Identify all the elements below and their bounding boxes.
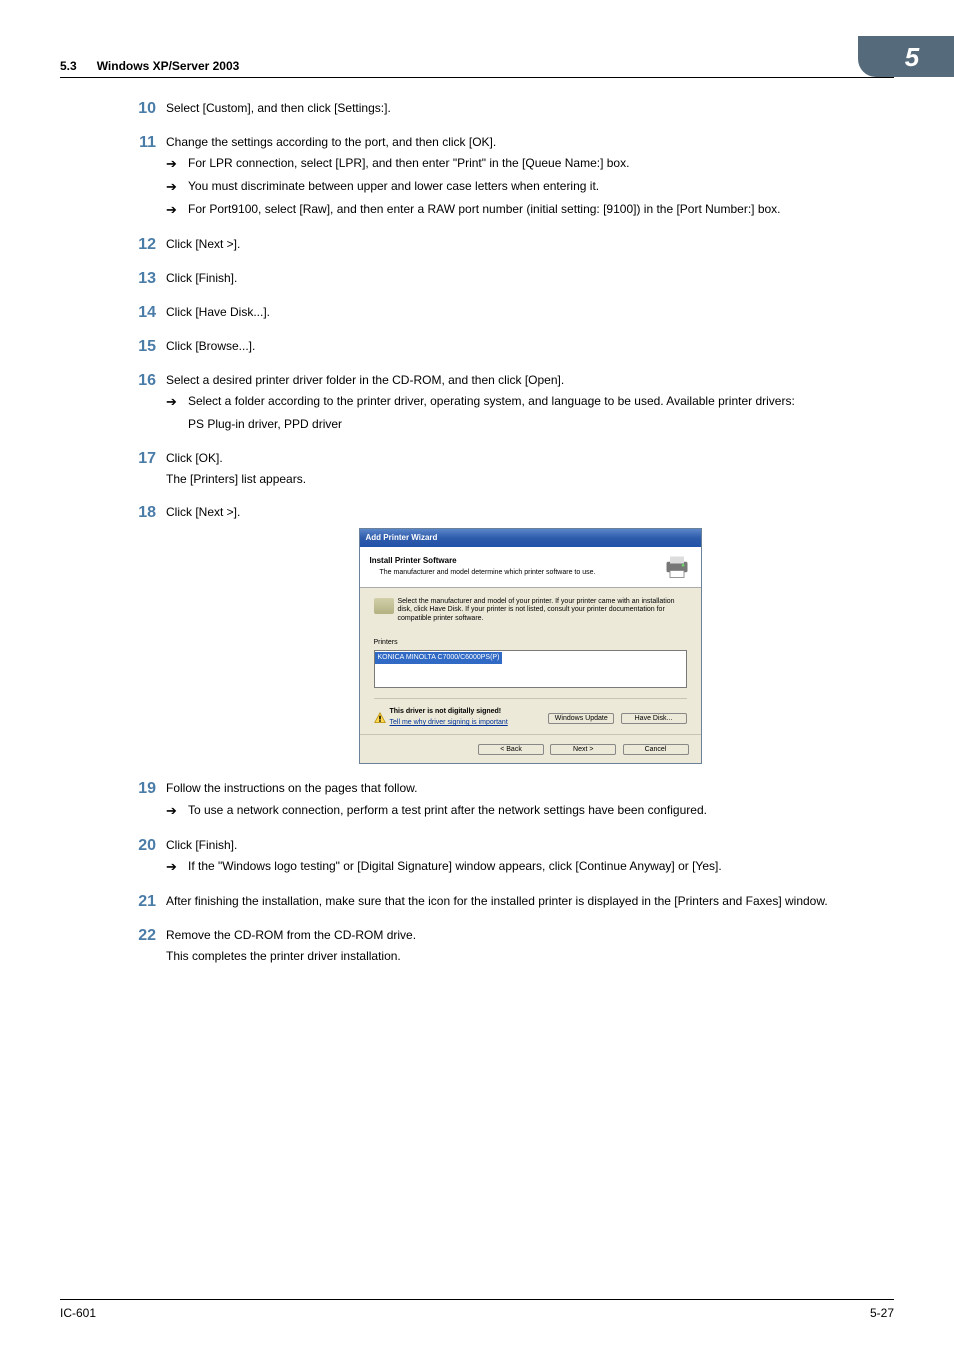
step-text: After finishing the installation, make s… [166,893,894,910]
step-text: Change the settings according to the por… [166,134,894,151]
step-text: Click [Next >]. [166,236,894,253]
step-number: 16 [130,372,166,434]
step-22: 22Remove the CD-ROM from the CD-ROM driv… [130,927,894,966]
windows-update-button[interactable]: Windows Update [548,713,614,724]
footer-right: 5-27 [870,1306,894,1320]
steps-list: 10Select [Custom], and then click [Setti… [130,100,894,966]
wizard-heading: Install Printer Software [370,556,457,565]
step-number: 14 [130,304,166,322]
step-number: 12 [130,236,166,254]
step-number: 19 [130,780,166,820]
step-text: Follow the instructions on the pages tha… [166,780,894,797]
step-number: 17 [130,450,166,489]
step-subtext: You must discriminate between upper and … [188,178,894,197]
chapter-badge: 5 [858,36,954,77]
step-21: 21After finishing the installation, make… [130,893,894,911]
printer-icon [663,553,691,581]
back-button[interactable]: < Back [478,744,544,755]
driver-signing-link[interactable]: Tell me why driver signing is important [390,718,508,728]
step-number: 22 [130,927,166,966]
step-subtext: For Port9100, select [Raw], and then ent… [188,201,894,220]
step-text: Click [Browse...]. [166,338,894,355]
warning-icon [374,712,386,724]
step-text: Click [Have Disk...]. [166,304,894,321]
section-num: 5.3 [60,59,77,73]
have-disk-button[interactable]: Have Disk... [621,713,687,724]
wizard-subheading: The manufacturer and model determine whi… [380,568,663,578]
arrow-icon: ➔ [166,201,188,220]
step-number: 18 [130,504,166,764]
step-note: The [Printers] list appears. [166,471,894,488]
step-number: 15 [130,338,166,356]
step-text: Click [Next >]. [166,504,894,521]
step-14: 14Click [Have Disk...]. [130,304,894,322]
step-16: 16Select a desired printer driver folder… [130,372,894,434]
step-17: 17Click [OK]. The [Printers] list appears… [130,450,894,489]
section-label: 5.3 Windows XP/Server 2003 [60,59,858,73]
arrow-icon: ➔ [166,155,188,174]
cancel-button[interactable]: Cancel [623,744,689,755]
printers-listbox-item[interactable]: KONICA MINOLTA C7000/C6000PS(P) [375,652,503,664]
step-trailing: PS Plug-in driver, PPD driver [188,416,894,433]
disk-icon [374,598,398,624]
step-text: Remove the CD-ROM from the CD-ROM drive. [166,927,894,944]
driver-signing-warning: This driver is not digitally signed! [390,707,545,717]
step-number: 11 [130,134,166,220]
step-number: 10 [130,100,166,118]
page-footer: IC-601 5-27 [60,1299,894,1320]
step-text: Select [Custom], and then click [Setting… [166,100,894,117]
step-10: 10Select [Custom], and then click [Setti… [130,100,894,118]
step-text: Select a desired printer driver folder i… [166,372,894,389]
printers-listbox[interactable]: KONICA MINOLTA C7000/C6000PS(P) [374,650,687,688]
step-note: This completes the printer driver instal… [166,948,894,965]
arrow-icon: ➔ [166,178,188,197]
arrow-icon: ➔ [166,393,188,412]
printers-label: Printers [374,638,687,648]
step-13: 13Click [Finish]. [130,270,894,288]
step-subtext: Select a folder according to the printer… [188,393,894,412]
add-printer-wizard-dialog: Add Printer Wizard Install Printer Softw… [359,528,702,765]
step-text: Click [OK]. [166,450,894,467]
step-15: 15Click [Browse...]. [130,338,894,356]
arrow-icon: ➔ [166,802,188,821]
step-subtext: For LPR connection, select [LPR], and th… [188,155,894,174]
step-18: 18Click [Next >]. Add Printer Wizard Ins… [130,504,894,764]
step-19: 19Follow the instructions on the pages t… [130,780,894,820]
wizard-header: Install Printer Software The manufacture… [360,547,701,588]
step-20: 20Click [Finish]. ➔If the "Windows logo t… [130,837,894,877]
step-subtext: To use a network connection, perform a t… [188,802,894,821]
wizard-instructions: Select the manufacturer and model of you… [398,598,687,624]
next-button[interactable]: Next > [550,744,616,755]
step-number: 13 [130,270,166,288]
step-number: 21 [130,893,166,911]
arrow-icon: ➔ [166,858,188,877]
section-title: Windows XP/Server 2003 [97,59,240,73]
step-text: Click [Finish]. [166,837,894,854]
step-text: Click [Finish]. [166,270,894,287]
step-11: 11Change the settings according to the p… [130,134,894,220]
step-12: 12Click [Next >]. [130,236,894,254]
step-subtext: If the "Windows logo testing" or [Digita… [188,858,894,877]
step-number: 20 [130,837,166,877]
wizard-titlebar: Add Printer Wizard [360,529,701,547]
footer-left: IC-601 [60,1306,96,1320]
page-header: 5.3 Windows XP/Server 2003 5 [60,36,894,78]
